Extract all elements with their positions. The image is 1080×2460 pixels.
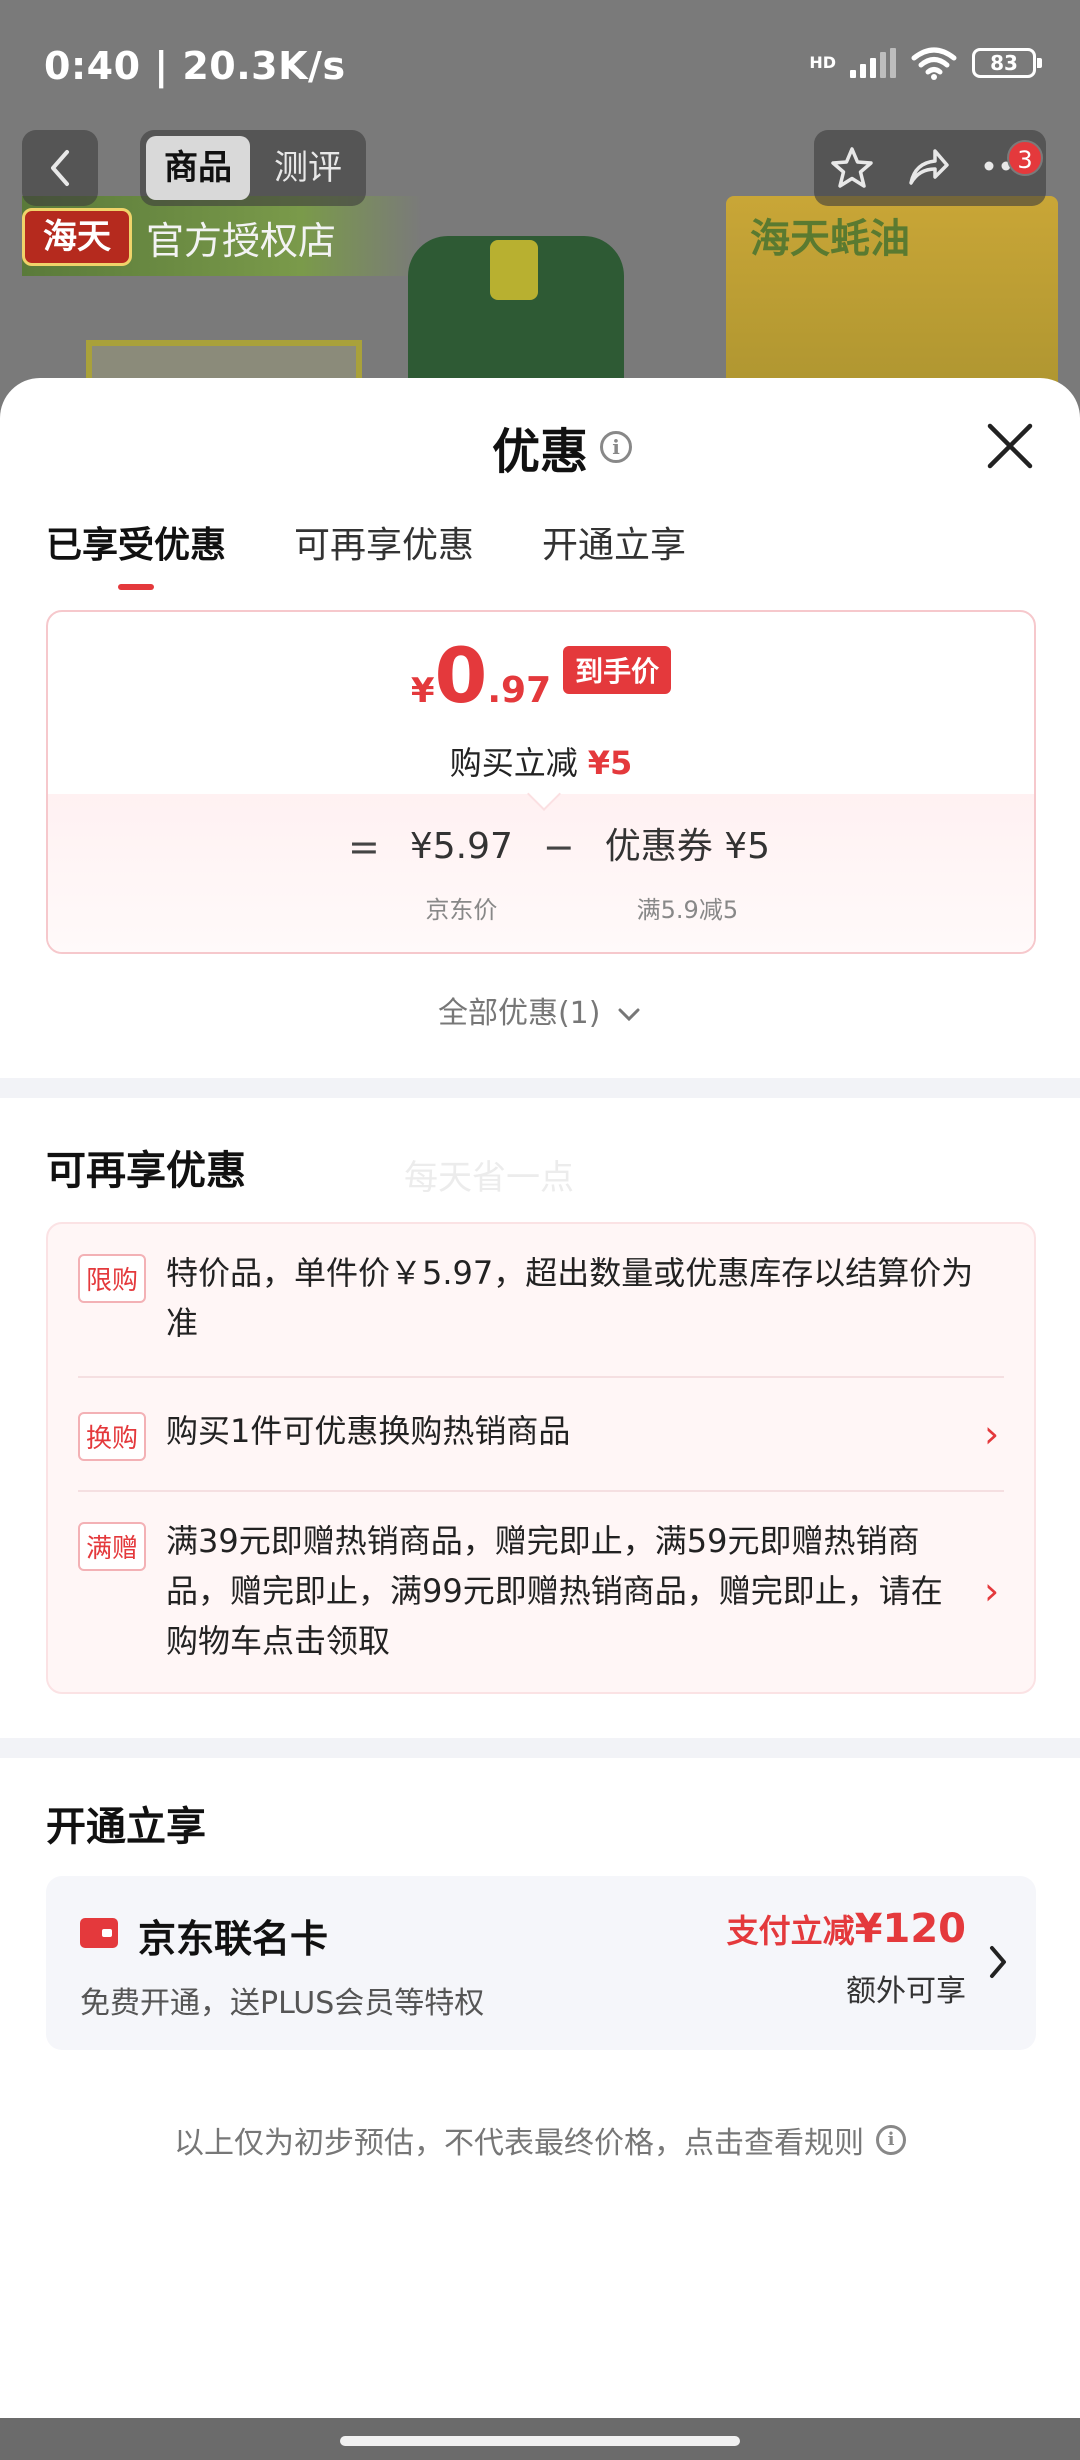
save-amount: ¥120 [854,1906,966,1952]
card-savings: 支付立减¥120 额外可享 [727,1906,966,2010]
notification-badge: 3 [1007,140,1043,176]
list-item: 限购 特价品，单件价￥5.97，超出数量或优惠库存以结算价为准 [78,1248,1010,1348]
tab-reviews[interactable]: 测评 [256,136,360,200]
promo-text: 满39元即赠热销商品，赠完即止，满59元即赠热销商品，赠完即止，满99元即赠热销… [166,1522,943,1660]
store-name: 官方授权店 [146,219,337,263]
close-icon[interactable] [984,420,1036,472]
coupon: 优惠券 ¥5 满5.9减5 [605,822,770,925]
credit-card-icon [80,1918,118,1948]
all-offers-toggle[interactable]: 全部优惠(1) [0,988,1080,1032]
product-promo-title: 海天蚝油 [750,216,910,262]
section-divider [0,1738,1080,1758]
footer-note: 以上仅为初步预估，不代表最终价格，点击查看规则 [174,2126,864,2161]
more-offers-title: 可再享优惠 [46,1148,246,1194]
background-product-page: 0:40 | 20.3K/s HD 83 海天 官方授权店 海天蚝油 商品 测评 [0,0,1080,420]
header-actions: 3 [814,130,1046,206]
discount-sheet: 优惠 i 已享受优惠 可再享优惠 开通立享 ¥ 0 .97 到手价 购买立减 ¥5… [0,378,1080,2418]
co-branded-card-offer[interactable]: 京东联名卡 免费开通，送PLUS会员等特权 支付立减¥120 额外可享 [46,1876,1036,2050]
final-price-card: ¥ 0 .97 到手价 购买立减 ¥5 = ¥5.97 京东价 − 优惠券 ¥5 … [46,610,1036,954]
base-price-label: 京东价 [425,896,498,924]
wifi-icon [911,47,957,80]
home-indicator[interactable] [340,2436,740,2446]
status-bar: 0:40 | 20.3K/s HD 83 [0,0,1080,130]
hd-label: HD [809,53,836,72]
discount-label: 购买立减 [449,744,578,782]
more-offers-list: 限购 特价品，单件价￥5.97，超出数量或优惠库存以结算价为准 换购 购买1件可… [46,1222,1036,1694]
open-to-enjoy-title: 开通立享 [46,1804,206,1850]
coupon-value: 优惠券 ¥5 [604,826,771,867]
header-tabs: 商品 测评 [140,130,366,206]
list-divider [78,1490,1004,1492]
final-price-tag: 到手价 [563,646,672,694]
list-divider [78,1376,1004,1378]
price-decimal: .97 [487,670,552,711]
promo-tag: 换购 [78,1412,147,1461]
discount-value: ¥5 [587,744,633,782]
star-icon[interactable] [829,145,875,191]
all-offers-label: 全部优惠(1) [437,996,601,1031]
promo-text: 购买1件可优惠换购热销商品 [166,1412,571,1450]
signal-icon [850,48,896,78]
promo-text: 特价品，单件价￥5.97，超出数量或优惠库存以结算价为准 [166,1254,974,1342]
discount-summary: 购买立减 ¥5 [48,738,1034,784]
minus-sign: − [542,825,575,869]
chevron-left-icon [51,150,69,186]
list-item[interactable]: 满赠 满39元即赠热销商品，赠完即止，满59元即赠热销商品，赠完即止，满99元即… [78,1516,1010,1666]
battery-icon: 83 [972,48,1042,78]
watermark: 每天省一点 [404,1158,574,1198]
info-icon[interactable]: i [600,431,633,463]
extra-label: 额外可享 [846,1974,966,2009]
estimate-rules-link[interactable]: 以上仅为初步预估，不代表最终价格，点击查看规则 i [0,2118,1080,2162]
card-name: 京东联名卡 [138,1917,329,1961]
promo-tag: 满赠 [78,1522,147,1571]
card-save-line: 支付立减¥120 [727,1906,966,1952]
base-price-value: ¥5.97 [409,826,513,867]
promo-tag: 限购 [78,1254,147,1303]
price-currency: ¥ [410,671,435,711]
price-calculation: = ¥5.97 京东价 − 优惠券 ¥5 满5.9减5 [348,822,770,925]
equals-sign: = [348,825,380,869]
tab-more-offers[interactable]: 可再享优惠 [294,516,474,590]
more-button[interactable]: 3 [981,140,1043,180]
chevron-right-icon [990,1946,1006,1978]
tab-enjoyed-offers[interactable]: 已享受优惠 [46,516,226,590]
list-item[interactable]: 换购 购买1件可优惠换购热销商品 › [78,1406,1010,1461]
card-description: 免费开通，送PLUS会员等特权 [80,1986,485,2021]
chevron-right-icon: › [984,1569,1000,1613]
sheet-tabs: 已享受优惠 可再享优惠 开通立享 [46,516,686,590]
sheet-title: 优惠 [492,424,589,480]
product-image-cap [490,240,538,300]
chevron-down-icon [618,1008,640,1021]
base-price: ¥5.97 京东价 [410,822,513,925]
tab-product[interactable]: 商品 [146,136,250,200]
share-icon[interactable] [905,145,951,191]
coupon-condition: 满5.9减5 [636,896,739,924]
status-time: 0:40 | 20.3K/s [44,44,346,88]
store-logo: 海天 [22,208,132,266]
status-icons: HD 83 [809,46,1042,80]
price-integer: 0 [434,631,488,720]
info-icon: i [876,2125,906,2155]
final-price: ¥ 0 .97 到手价 [48,638,1034,714]
chevron-right-icon: › [984,1411,1000,1456]
tab-open-to-enjoy[interactable]: 开通立享 [542,516,686,590]
section-divider [0,1078,1080,1098]
sheet-header: 优惠 i [492,412,633,482]
save-prefix: 支付立减 [726,1912,855,1950]
back-button[interactable] [22,130,98,206]
